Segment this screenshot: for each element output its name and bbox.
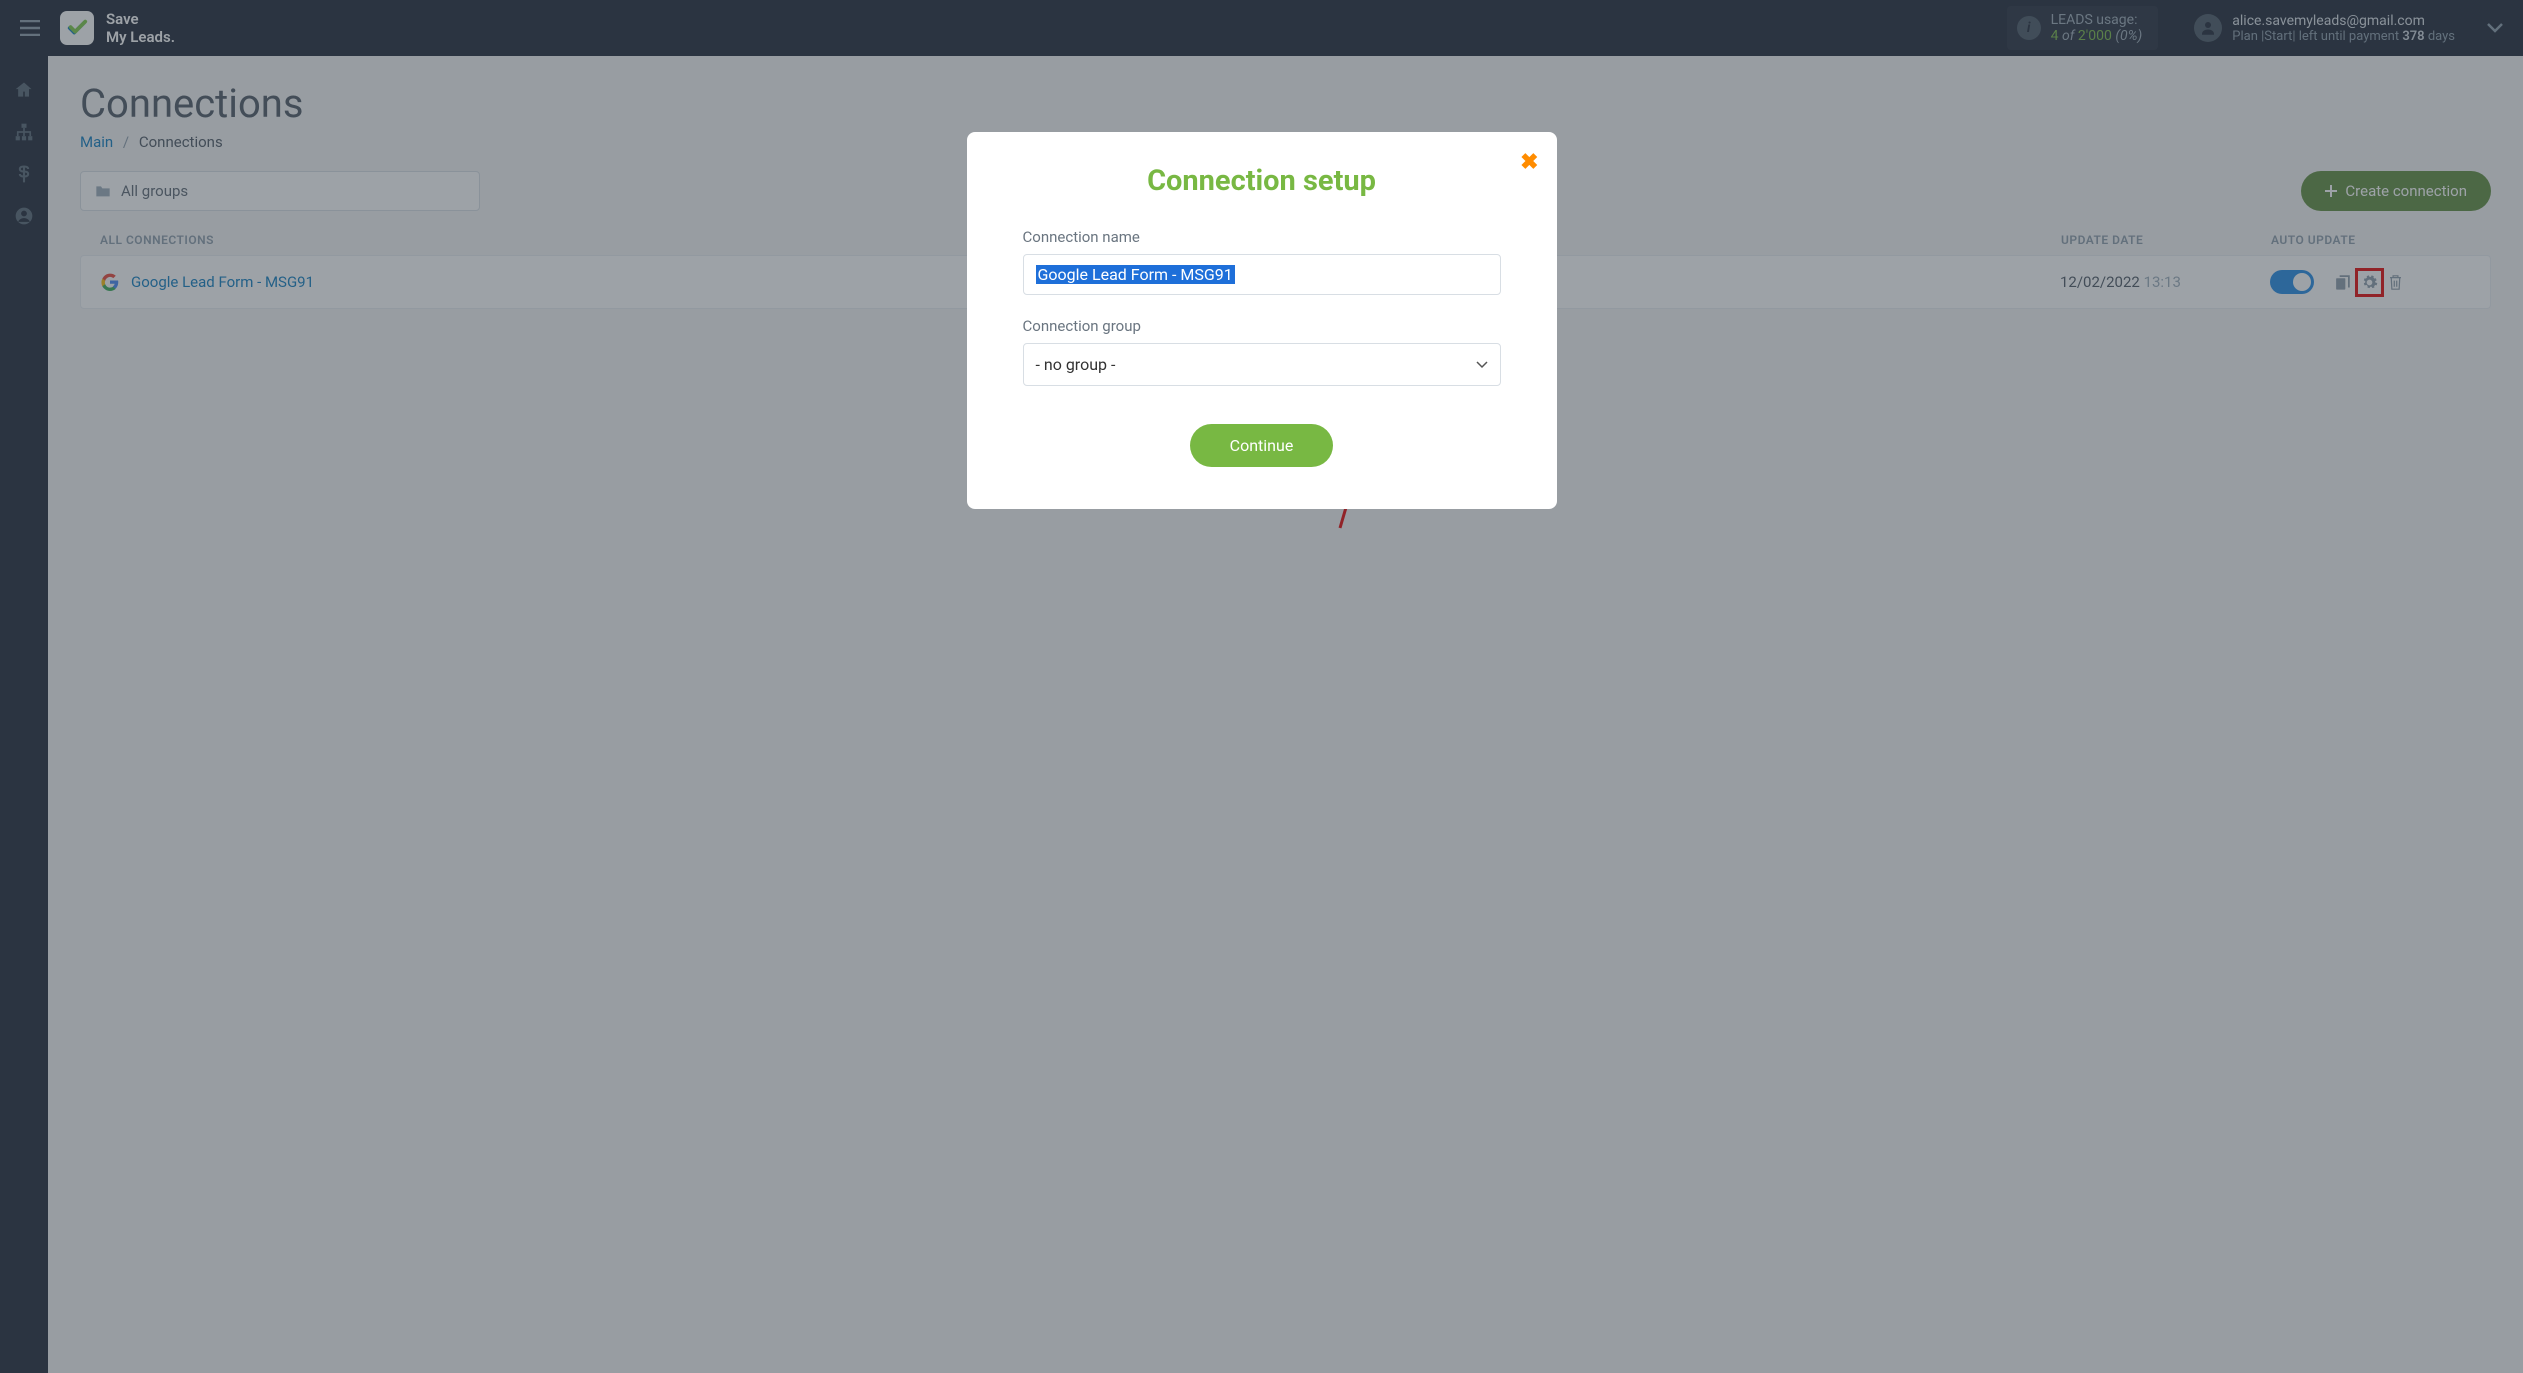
modal-overlay[interactable]: ✖ Connection setup Connection name Googl… (0, 0, 2523, 1373)
connection-group-value: - no group - (1036, 355, 1116, 374)
connection-name-value: Google Lead Form - MSG91 (1036, 265, 1235, 284)
modal-title: Connection setup (1023, 164, 1501, 198)
connection-group-label: Connection group (1023, 317, 1501, 335)
connection-group-select[interactable]: - no group - (1023, 343, 1501, 386)
continue-button[interactable]: Continue (1190, 424, 1334, 467)
connection-name-label: Connection name (1023, 228, 1501, 246)
connection-name-input[interactable]: Google Lead Form - MSG91 (1023, 254, 1501, 295)
close-icon[interactable]: ✖ (1520, 150, 1538, 175)
connection-setup-modal: ✖ Connection setup Connection name Googl… (967, 132, 1557, 509)
chevron-down-icon (1476, 361, 1488, 369)
